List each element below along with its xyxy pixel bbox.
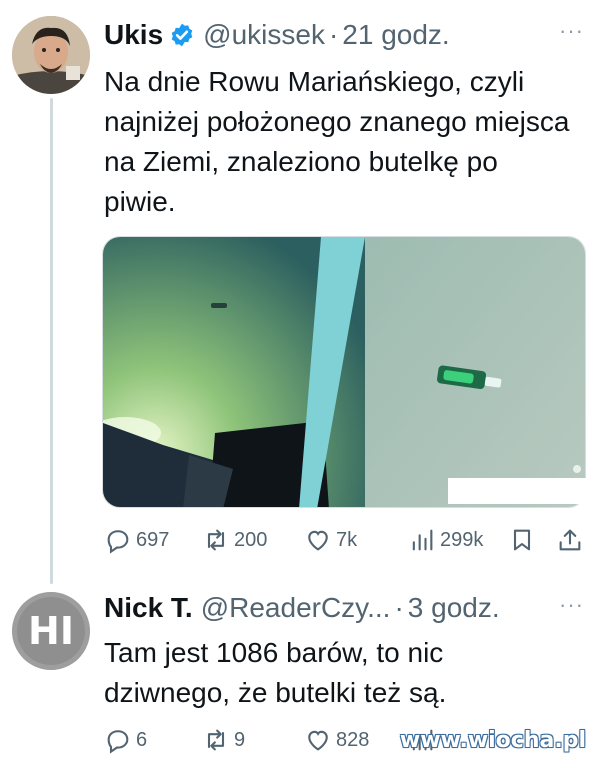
more-options-icon[interactable]: ··· [559, 18, 584, 44]
bookmark-icon [513, 529, 531, 551]
author-handle[interactable]: @ReaderCzy... [201, 591, 391, 625]
like-count: 7k [336, 528, 358, 551]
reply-icon [107, 530, 129, 554]
tweet-media-image[interactable] [102, 236, 586, 508]
tweet-actions: 697 200 7k 299k [104, 524, 586, 556]
avatar[interactable] [12, 16, 90, 94]
reply-button[interactable]: 6 [104, 724, 147, 756]
retweet-icon [207, 529, 225, 551]
site-watermark: www.wiocha.pl [399, 728, 586, 753]
retweet-count: 9 [234, 728, 246, 751]
more-options-icon[interactable]: ··· [559, 592, 584, 618]
retweet-count: 200 [234, 528, 268, 551]
timestamp[interactable]: 21 godz. [342, 18, 449, 52]
separator-dot: · [328, 19, 339, 50]
views-count: 299k [440, 528, 484, 551]
tweet-header: Nick T. @ReaderCzy... · 3 godz. [104, 591, 500, 625]
reply-count: 6 [136, 728, 148, 751]
retweet-icon [207, 729, 225, 751]
heart-icon [308, 530, 328, 551]
separator-dot: · [394, 592, 404, 623]
retweet-button[interactable]: 200 [202, 524, 267, 556]
author-handle[interactable]: @ukissek [203, 18, 325, 52]
views-button[interactable]: 299k [408, 524, 483, 556]
like-button[interactable]: 7k [304, 524, 357, 556]
share-button[interactable] [556, 524, 584, 556]
thread-connector-line [50, 98, 53, 584]
views-icon [412, 529, 433, 551]
timestamp[interactable]: 3 godz. [408, 591, 500, 625]
retweet-button[interactable]: 9 [202, 724, 245, 756]
reply-icon [107, 730, 129, 754]
author-name[interactable]: Ukis [104, 18, 163, 52]
like-button[interactable]: 828 [304, 724, 369, 756]
tweet-header: Ukis @ukissek · 21 godz. [104, 18, 450, 52]
heart-icon [308, 730, 328, 751]
reply-button[interactable]: 697 [104, 524, 169, 556]
verified-badge-icon [171, 23, 193, 47]
avatar[interactable]: HI [12, 592, 90, 670]
reply-count: 697 [136, 528, 170, 551]
tweet-text: Na dnie Rowu Mariańskiego, czyli najniże… [104, 66, 570, 217]
avatar-text: HI [28, 609, 74, 653]
tweet-text: Tam jest 1086 barów, to nic dziwnego, że… [104, 637, 447, 708]
author-name[interactable]: Nick T. [104, 591, 193, 625]
bookmark-button[interactable] [508, 524, 536, 556]
image-watermark-cover [448, 478, 590, 504]
like-count: 828 [336, 728, 370, 751]
share-icon [559, 529, 581, 551]
